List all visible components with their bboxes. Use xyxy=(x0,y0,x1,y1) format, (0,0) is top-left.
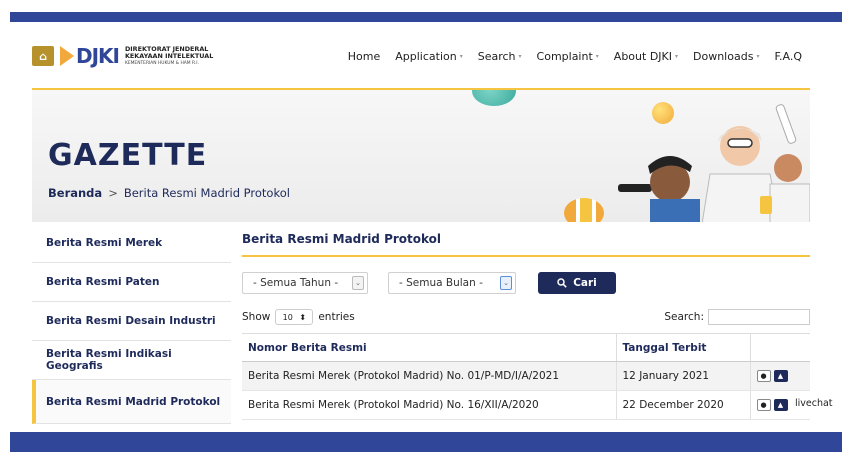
sidebar-item-merek[interactable]: Berita Resmi Merek xyxy=(32,224,231,263)
table-header-row: Nomor Berita Resmi Tanggal Terbit xyxy=(242,333,810,362)
cell-actions: ● ▲ xyxy=(749,361,810,391)
sidebar: Berita Resmi Merek Berita Resmi Paten Be… xyxy=(32,224,231,424)
sidebar-item-madrid-protokol[interactable]: Berita Resmi Madrid Protokol xyxy=(32,380,231,424)
breadcrumb-separator: > xyxy=(108,186,118,200)
sidebar-item-label: Berita Resmi Indikasi Geografis xyxy=(46,348,172,372)
nav-label: Application xyxy=(395,49,457,63)
search-button-label: Cari xyxy=(573,277,597,289)
top-frame-bar xyxy=(10,12,842,22)
decorative-ball xyxy=(564,198,604,222)
cell-nomor: Berita Resmi Merek (Protokol Madrid) No.… xyxy=(242,390,616,420)
djki-logo-mark: DJKI xyxy=(60,44,120,68)
search-label: Search: xyxy=(664,311,704,323)
nav-application[interactable]: Application ▾ xyxy=(395,50,462,63)
nav-home[interactable]: Home xyxy=(348,50,380,63)
cell-tanggal: 12 January 2021 xyxy=(615,361,750,391)
sidebar-item-paten[interactable]: Berita Resmi Paten xyxy=(32,263,231,302)
updown-arrow-icon: ⬍ xyxy=(299,312,307,322)
column-header-tanggal[interactable]: Tanggal Terbit xyxy=(615,333,750,362)
hero-banner: GAZETTE Beranda > Berita Resmi Madrid Pr… xyxy=(32,88,810,222)
gazette-table: Nomor Berita Resmi Tanggal Terbit Berita… xyxy=(242,333,810,420)
entries-select[interactable]: 10 ⬍ xyxy=(275,309,314,325)
chevron-down-icon: ▾ xyxy=(756,52,760,60)
download-icon[interactable]: ▲ xyxy=(773,399,788,411)
breadcrumb-current: Berita Resmi Madrid Protokol xyxy=(123,186,290,200)
main-nav: Home Application ▾ Search ▾ Complaint ▾ Abo… xyxy=(348,50,802,63)
scientists-illustration xyxy=(618,104,810,222)
entries-value: 10 xyxy=(282,312,293,322)
nav-label: Complaint xyxy=(536,49,593,63)
nav-label: F.A.Q xyxy=(774,49,802,63)
garuda-emblem-icon: ⌂ xyxy=(32,46,54,66)
column-header-nomor[interactable]: Nomor Berita Resmi xyxy=(242,333,616,362)
table-row: Berita Resmi Merek (Protokol Madrid) No.… xyxy=(242,361,810,391)
select-arrow-icon: ⌄ xyxy=(352,276,364,290)
decorative-ball xyxy=(472,90,516,106)
chevron-down-icon: ▾ xyxy=(459,52,463,60)
search-button[interactable]: Cari xyxy=(538,272,616,294)
logo-triangle-icon xyxy=(60,46,74,66)
page: ⌂ DJKI DIREKTORAT JENDERAL KEKAYAAN INTE… xyxy=(0,0,852,452)
year-select-value: - Semua Tahun - xyxy=(253,277,339,289)
year-select[interactable]: - Semua Tahun - ⌄ xyxy=(242,272,368,294)
sidebar-item-label: Berita Resmi Paten xyxy=(46,276,160,288)
cell-nomor: Berita Resmi Merek (Protokol Madrid) No.… xyxy=(242,361,616,391)
view-icon[interactable]: ● xyxy=(756,370,771,382)
show-label: Show xyxy=(242,311,271,323)
sidebar-item-label: Berita Resmi Madrid Protokol xyxy=(46,395,221,408)
site-header: ⌂ DJKI DIREKTORAT JENDERAL KEKAYAAN INTE… xyxy=(32,36,812,76)
chevron-down-icon: ▾ xyxy=(595,52,599,60)
nav-faq[interactable]: F.A.Q xyxy=(774,50,802,63)
breadcrumb-home[interactable]: Beranda xyxy=(48,186,102,200)
sidebar-item-desain-industri[interactable]: Berita Resmi Desain Industri xyxy=(32,302,231,341)
entries-label: entries xyxy=(318,311,355,323)
nav-label: Search xyxy=(477,49,516,63)
chevron-down-icon: ▾ xyxy=(675,52,679,60)
nav-complaint[interactable]: Complaint ▾ xyxy=(537,50,599,63)
select-arrow-icon: ⌄ xyxy=(500,276,512,290)
table-row: Berita Resmi Merek (Protokol Madrid) No.… xyxy=(242,390,810,420)
logo-text: DIREKTORAT JENDERAL KEKAYAAN INTELEKTUAL… xyxy=(124,45,214,67)
sidebar-item-label: Berita Resmi Desain Industri xyxy=(46,315,216,327)
column-header-actions xyxy=(749,333,810,362)
nav-about[interactable]: About DJKI ▾ xyxy=(614,50,678,63)
entries-control: Show 10 ⬍ entries xyxy=(242,309,355,325)
bottom-frame-bar xyxy=(10,432,842,452)
nav-label: About DJKI xyxy=(613,49,672,63)
livechat-widget[interactable]: livechat xyxy=(795,398,833,409)
month-select-value: - Semua Bulan - xyxy=(399,277,483,289)
main-content: Berita Resmi Madrid Protokol - Semua Tah… xyxy=(242,232,810,420)
nav-search[interactable]: Search ▾ xyxy=(478,50,522,63)
month-select[interactable]: - Semua Bulan - ⌄ xyxy=(388,272,516,294)
search-input[interactable] xyxy=(708,309,810,325)
filter-bar: - Semua Tahun - ⌄ - Semua Bulan - ⌄ Cari xyxy=(242,271,810,295)
sidebar-item-indikasi-geografis[interactable]: Berita Resmi Indikasi Geografis xyxy=(32,341,231,380)
download-icon[interactable]: ▲ xyxy=(773,370,788,382)
nav-downloads[interactable]: Downloads ▾ xyxy=(693,50,759,63)
table-controls: Show 10 ⬍ entries Search: xyxy=(242,309,810,325)
breadcrumb: Beranda > Berita Resmi Madrid Protokol xyxy=(48,186,290,200)
nav-label: Downloads xyxy=(693,49,754,63)
search-icon xyxy=(557,278,567,288)
logo-line-3: KEMENTERIAN HUKUM & HAM R.I. xyxy=(124,60,199,66)
section-title: Berita Resmi Madrid Protokol xyxy=(242,232,810,257)
site-logo[interactable]: ⌂ DJKI DIREKTORAT JENDERAL KEKAYAAN INTE… xyxy=(32,44,213,68)
table-search: Search: xyxy=(664,309,810,325)
page-title: GAZETTE xyxy=(48,138,208,173)
logo-mark-text: DJKI xyxy=(76,44,120,68)
view-icon[interactable]: ● xyxy=(756,399,771,411)
nav-label: Home xyxy=(347,49,381,63)
logo-line-2: KEKAYAAN INTELEKTUAL xyxy=(124,51,214,60)
cell-tanggal: 22 December 2020 xyxy=(615,390,750,420)
sidebar-item-label: Berita Resmi Merek xyxy=(46,237,163,249)
chevron-down-icon: ▾ xyxy=(518,52,522,60)
